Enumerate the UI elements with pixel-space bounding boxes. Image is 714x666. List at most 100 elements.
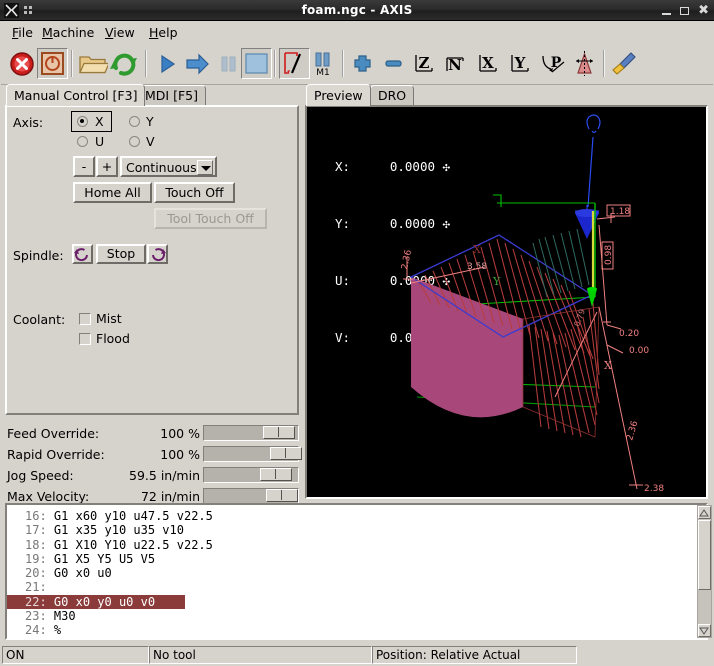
manual-control-panel: Axis: X Y U V - + Continuous Home All To… xyxy=(5,105,299,415)
coolant-mist-checkbox[interactable] xyxy=(79,313,91,325)
feed-override-row: Feed Override: 100 % xyxy=(5,424,299,443)
gcode-line[interactable]: 17: G1 x35 y10 u35 v10 xyxy=(7,523,706,537)
jog-minus-button[interactable]: - xyxy=(73,156,95,177)
chevron-down-icon[interactable] xyxy=(197,160,213,175)
view-z-button[interactable]: Z xyxy=(409,48,440,79)
toggle-dro-button[interactable] xyxy=(569,48,600,79)
spindle-stop-button[interactable]: Stop xyxy=(96,244,146,264)
svg-text:X: X xyxy=(473,243,481,256)
rapid-override-row: Rapid Override: 100 % xyxy=(5,445,299,464)
tab-mdi[interactable]: MDI [F5] xyxy=(137,85,206,105)
scroll-down-icon[interactable] xyxy=(698,624,711,637)
stop-program-button[interactable] xyxy=(241,48,272,79)
coolant-flood-checkbox[interactable] xyxy=(79,333,91,345)
jog-plus-button[interactable]: + xyxy=(96,156,118,177)
axis-radio-y[interactable] xyxy=(129,116,140,127)
coolant-mist-label: Mist xyxy=(96,311,122,326)
toggle-optional-stop-button[interactable]: M1 xyxy=(308,48,339,79)
menu-bar: File Machine View Help xyxy=(1,22,713,43)
open-file-button[interactable] xyxy=(77,48,108,79)
axis-radio-u-label: U xyxy=(95,134,104,149)
view-y-button[interactable]: Y xyxy=(505,48,536,79)
svg-text:3.58: 3.58 xyxy=(467,262,487,272)
estop-toggle-button[interactable] xyxy=(7,48,38,79)
gcode-line[interactable]: 21: xyxy=(7,580,706,594)
zoom-in-button[interactable] xyxy=(347,48,378,79)
tab-preview[interactable]: Preview xyxy=(306,84,371,106)
machine-power-button[interactable] xyxy=(37,48,68,79)
svg-text:2.36: 2.36 xyxy=(400,249,414,271)
step-program-button[interactable] xyxy=(182,48,213,79)
toolbar-separator xyxy=(145,50,147,77)
menu-view[interactable]: View xyxy=(100,25,140,41)
spindle-cw-button[interactable] xyxy=(147,244,168,264)
tool-touch-off-button[interactable]: Tool Touch Off xyxy=(154,208,267,229)
toolbar: M1 Z N xyxy=(1,44,713,85)
zoom-out-button[interactable] xyxy=(378,48,409,79)
toolbar-separator xyxy=(603,50,605,77)
axis-radio-x-label: X xyxy=(95,114,104,129)
svg-text:2.38: 2.38 xyxy=(644,484,664,494)
run-program-button[interactable] xyxy=(151,48,182,79)
spindle-ccw-button[interactable] xyxy=(72,244,93,264)
svg-text:0.00: 0.00 xyxy=(629,346,649,356)
gcode-scrollbar[interactable] xyxy=(697,505,712,638)
gcode-line-current[interactable]: 22: G0 x0 y0 u0 v0 xyxy=(7,595,185,609)
right-tabstrip: Preview DRO xyxy=(306,85,506,106)
gcode-line[interactable]: 23: M30 xyxy=(7,609,706,623)
axis-application-window: foam.ngc - AXIS ✖ File Machine View Help xyxy=(0,0,714,666)
jog-increment-combo[interactable]: Continuous xyxy=(120,156,217,177)
jog-speed-slider[interactable] xyxy=(203,467,299,483)
axis-radio-v-label: V xyxy=(146,134,155,149)
position-mode-cell: Position: Relative Actual xyxy=(372,646,577,664)
gcode-line[interactable]: 18: G1 X10 Y10 u22.5 v22.5 xyxy=(7,538,706,552)
status-bar: ON No tool Position: Relative Actual xyxy=(0,644,714,666)
view-z-rotated-button[interactable]: N xyxy=(440,48,471,79)
rapid-override-slider[interactable] xyxy=(203,446,299,462)
tab-manual-control[interactable]: Manual Control [F3] xyxy=(6,84,145,106)
menu-file[interactable]: File xyxy=(7,25,38,41)
close-icon[interactable]: ✖ xyxy=(698,5,709,16)
toolbar-separator xyxy=(342,50,344,77)
svg-text:2.36: 2.36 xyxy=(625,420,640,442)
menu-help[interactable]: Help xyxy=(144,25,183,41)
gcode-line[interactable]: 24: % xyxy=(7,623,706,637)
minimize-icon[interactable] xyxy=(662,13,671,15)
clear-backplot-button[interactable] xyxy=(609,48,640,79)
toolpath-graphic: 1.18 0.98 0.20 0.00 2.38 2.36 3.58 2.36 … xyxy=(307,107,706,497)
title-bar: foam.ngc - AXIS ✖ xyxy=(0,0,714,21)
touch-off-button[interactable]: Touch Off xyxy=(154,182,235,203)
menu-machine[interactable]: Machine xyxy=(37,25,99,41)
tab-dro[interactable]: DRO xyxy=(370,85,414,105)
feed-override-label: Feed Override: xyxy=(7,426,99,441)
view-perspective-button[interactable]: P xyxy=(537,48,568,79)
svg-text:N: N xyxy=(448,56,462,74)
preview-canvas[interactable]: X:0.0000 ✣ Y:0.0000 ✣ U:0.0000 ✣ V:0.000… xyxy=(305,105,708,499)
reload-file-button[interactable] xyxy=(109,48,140,79)
max-velocity-value: 72 in/min xyxy=(65,489,200,504)
feed-override-value: 100 % xyxy=(105,426,200,441)
rapid-override-label: Rapid Override: xyxy=(7,447,105,462)
maximize-icon[interactable] xyxy=(680,7,689,15)
max-velocity-slider[interactable] xyxy=(203,488,299,504)
gcode-line[interactable]: 16: G1 x60 y10 u47.5 v22.5 xyxy=(7,509,706,523)
rapid-override-value: 100 % xyxy=(105,447,200,462)
view-x-button[interactable]: X xyxy=(473,48,504,79)
axis-radio-x[interactable] xyxy=(77,116,88,127)
svg-text:1.18: 1.18 xyxy=(610,207,630,217)
gcode-line[interactable]: 19: G1 X5 Y5 U5 V5 xyxy=(7,552,706,566)
svg-text:Y: Y xyxy=(514,54,526,72)
axis-radio-v[interactable] xyxy=(129,136,140,147)
feed-override-slider[interactable] xyxy=(203,425,299,441)
scrollbar-thumb[interactable] xyxy=(698,520,711,590)
scroll-up-icon[interactable] xyxy=(698,506,711,519)
pause-program-button[interactable] xyxy=(213,48,244,79)
axis-radio-u[interactable] xyxy=(77,136,88,147)
jog-speed-value: 59.5 in/min xyxy=(65,468,200,483)
window-title: foam.ngc - AXIS xyxy=(0,0,714,21)
jog-speed-row: Jog Speed: 59.5 in/min xyxy=(5,466,299,485)
home-all-button[interactable]: Home All xyxy=(73,182,152,203)
toggle-block-delete-button[interactable] xyxy=(279,48,310,79)
gcode-line[interactable]: 20: G0 x0 u0 xyxy=(7,566,706,580)
gcode-listing[interactable]: 16: G1 x60 y10 u47.5 v22.5 17: G1 x35 y1… xyxy=(5,503,708,640)
